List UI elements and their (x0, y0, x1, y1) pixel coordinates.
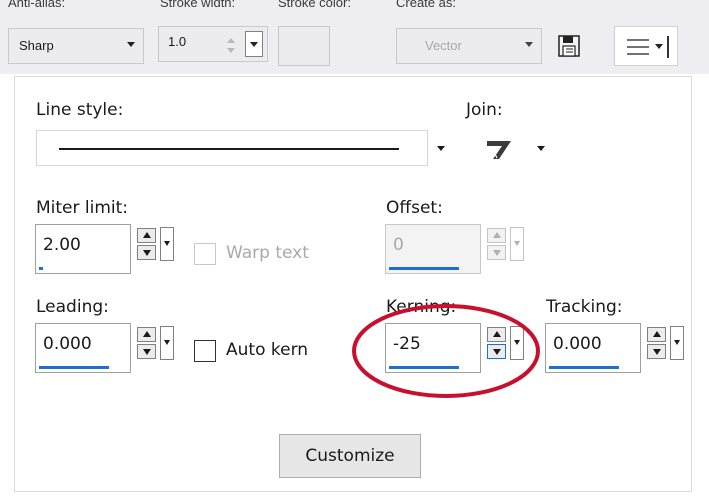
options-menu-button[interactable] (614, 26, 678, 66)
leading-bar (39, 366, 109, 369)
kerning-label: Kerning: (386, 297, 457, 317)
kerning-bar (389, 366, 459, 369)
arrow-up-icon (493, 232, 501, 238)
miter-limit-input[interactable]: 2.00 (35, 224, 131, 274)
kerning-input[interactable]: -25 (385, 323, 481, 373)
arrow-up-icon (493, 331, 501, 337)
arrow-down-icon (493, 250, 501, 256)
tracking-dropdown[interactable] (670, 326, 684, 360)
line-style-preview (59, 148, 399, 150)
offset-spinner[interactable] (487, 228, 506, 260)
miter-join-icon (487, 141, 511, 159)
arrow-down-icon (143, 349, 151, 355)
offset-label: Offset: (386, 198, 443, 218)
anti-alias-value: Sharp (19, 38, 54, 53)
join-label: Join: (466, 100, 503, 120)
miter-limit-value: 2.00 (43, 235, 81, 255)
kerning-value: -25 (393, 334, 421, 354)
create-as-value: Vector (425, 38, 462, 53)
stroke-width-spin[interactable] (227, 36, 237, 54)
warp-text-checkbox[interactable] (194, 243, 216, 265)
miter-limit-label: Miter limit: (36, 198, 129, 218)
offset-bar (389, 267, 459, 270)
miter-limit-bar (39, 267, 43, 270)
customize-button[interactable]: Customize (279, 434, 421, 478)
line-style-label: Line style: (36, 100, 124, 120)
chevron-down-icon (250, 42, 258, 47)
chevron-down-icon (514, 340, 520, 345)
save-preset-button[interactable] (550, 28, 588, 64)
leading-spinner[interactable] (137, 327, 156, 359)
chevron-down-icon (674, 340, 680, 345)
chevron-down-icon (164, 340, 170, 345)
chevron-down-icon[interactable] (537, 146, 545, 151)
leading-label: Leading: (36, 297, 109, 317)
offset-input[interactable]: 0 (385, 224, 481, 274)
save-preset-icon (558, 35, 580, 57)
chevron-down-icon[interactable] (437, 146, 445, 151)
stroke-width-dropdown[interactable] (245, 31, 263, 57)
miter-limit-spinner[interactable] (137, 228, 156, 260)
offset-value: 0 (393, 235, 404, 255)
auto-kern-label: Auto kern (226, 340, 309, 360)
arrow-down-icon (143, 250, 151, 256)
leading-input[interactable]: 0.000 (35, 323, 131, 373)
tracking-label: Tracking: (546, 297, 623, 317)
chevron-down-icon (514, 241, 520, 246)
leading-dropdown[interactable] (160, 326, 174, 360)
tracking-value: 0.000 (553, 334, 602, 354)
offset-dropdown[interactable] (510, 227, 524, 261)
arrow-down-icon (653, 349, 661, 355)
chevron-down-icon (127, 42, 135, 47)
stroke-color-label: Stroke color: (278, 0, 351, 10)
chevron-down-icon (164, 241, 170, 246)
arrow-up-icon (227, 38, 235, 43)
stroke-width-value: 1.0 (168, 34, 187, 49)
kerning-spinner[interactable] (487, 327, 506, 359)
menu-icon (627, 36, 669, 58)
stroke-color-swatch[interactable] (278, 26, 330, 66)
stroke-width-field[interactable]: 1.0 (158, 26, 268, 62)
arrow-up-icon (143, 331, 151, 337)
create-as-select[interactable]: Vector (396, 28, 542, 64)
line-style-select[interactable] (36, 130, 428, 166)
join-select[interactable] (467, 130, 527, 166)
tracking-input[interactable]: 0.000 (545, 323, 641, 373)
chevron-down-icon (525, 42, 533, 47)
miter-limit-dropdown[interactable] (160, 227, 174, 261)
stroke-width-label: Stroke width: (160, 0, 236, 10)
arrow-up-icon (143, 232, 151, 238)
tracking-bar (549, 366, 619, 369)
warp-text-label: Warp text (226, 243, 309, 263)
leading-value: 0.000 (43, 334, 92, 354)
tracking-spinner[interactable] (647, 327, 666, 359)
arrow-down-icon (493, 349, 501, 355)
kerning-dropdown[interactable] (510, 326, 524, 360)
top-toolbar: Anti-alias: Stroke width: Stroke color: … (0, 0, 709, 74)
create-as-label: Create as: (396, 0, 456, 10)
arrow-down-icon (227, 48, 235, 53)
anti-alias-label: Anti-alias: (8, 0, 66, 10)
arrow-up-icon (653, 331, 661, 337)
auto-kern-checkbox[interactable] (194, 340, 216, 362)
anti-alias-select[interactable]: Sharp (8, 28, 144, 64)
